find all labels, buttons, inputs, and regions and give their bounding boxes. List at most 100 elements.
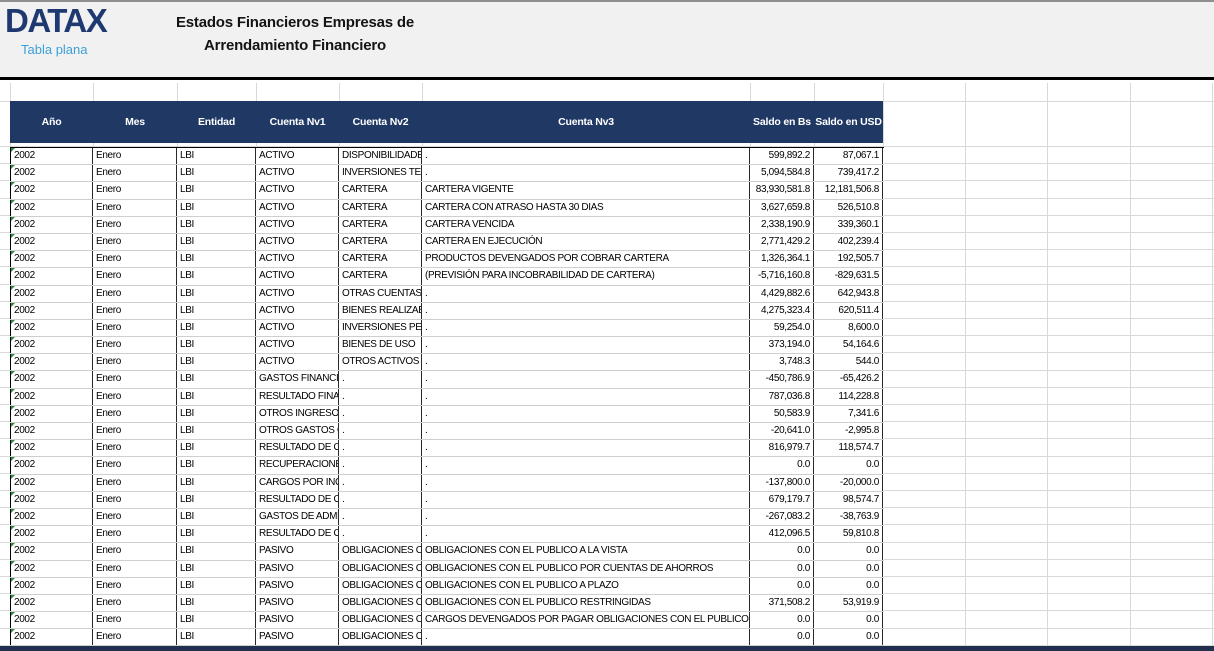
cell-entidad[interactable]: LBI <box>177 561 256 577</box>
cell-cuenta-nv1[interactable]: ACTIVO <box>256 234 339 250</box>
cell-entidad[interactable]: LBI <box>177 595 256 611</box>
cell-entidad[interactable]: LBI <box>177 492 256 508</box>
cell-mes[interactable]: Enero <box>93 492 177 508</box>
cell-ano[interactable]: 2002 <box>10 578 93 594</box>
cell-cuenta-nv2[interactable]: . <box>339 526 422 542</box>
column-header-ano[interactable]: Año <box>10 116 93 128</box>
cell-cuenta-nv1[interactable]: PASIVO <box>256 578 339 594</box>
cell-ano[interactable]: 2002 <box>10 371 93 387</box>
cell-cuenta-nv1[interactable]: ACTIVO <box>256 165 339 181</box>
cell-mes[interactable]: Enero <box>93 286 177 302</box>
cell-entidad[interactable]: LBI <box>177 217 256 233</box>
cell-mes[interactable]: Enero <box>93 217 177 233</box>
column-header-saldo-usd[interactable]: Saldo en USD <box>814 116 883 128</box>
cell-saldo-usd[interactable]: -829,631.5 <box>814 268 883 284</box>
cell-cuenta-nv1[interactable]: RESULTADO FINANC <box>256 389 339 405</box>
cell-ano[interactable]: 2002 <box>10 337 93 353</box>
cell-cuenta-nv3[interactable]: (PREVISIÓN PARA INCOBRABILIDAD DE CARTER… <box>422 268 750 284</box>
cell-cuenta-nv3[interactable]: . <box>422 629 750 645</box>
cell-entidad[interactable]: LBI <box>177 354 256 370</box>
cell-saldo-bs[interactable]: 0.0 <box>750 578 814 594</box>
cell-saldo-bs[interactable]: -20,641.0 <box>750 423 814 439</box>
cell-saldo-bs[interactable]: 2,771,429.2 <box>750 234 814 250</box>
cell-saldo-bs[interactable]: 0.0 <box>750 457 814 473</box>
cell-saldo-bs[interactable]: 679,179.7 <box>750 492 814 508</box>
cell-ano[interactable]: 2002 <box>10 595 93 611</box>
cell-cuenta-nv2[interactable]: OBLIGACIONES CO <box>339 561 422 577</box>
cell-saldo-bs[interactable]: -267,083.2 <box>750 509 814 525</box>
cell-cuenta-nv2[interactable]: INVERSIONES PERM <box>339 320 422 336</box>
cell-entidad[interactable]: LBI <box>177 526 256 542</box>
cell-entidad[interactable]: LBI <box>177 337 256 353</box>
cell-saldo-bs[interactable]: 787,036.8 <box>750 389 814 405</box>
cell-cuenta-nv3[interactable]: . <box>422 371 750 387</box>
cell-ano[interactable]: 2002 <box>10 182 93 198</box>
cell-saldo-usd[interactable]: -2,995.8 <box>814 423 883 439</box>
cell-cuenta-nv2[interactable]: . <box>339 492 422 508</box>
cell-entidad[interactable]: LBI <box>177 148 256 164</box>
cell-ano[interactable]: 2002 <box>10 509 93 525</box>
cell-saldo-bs[interactable]: 1,326,364.1 <box>750 251 814 267</box>
cell-cuenta-nv3[interactable]: . <box>422 389 750 405</box>
cell-cuenta-nv1[interactable]: ACTIVO <box>256 286 339 302</box>
cell-saldo-bs[interactable]: 373,194.0 <box>750 337 814 353</box>
cell-mes[interactable]: Enero <box>93 423 177 439</box>
cell-cuenta-nv2[interactable]: . <box>339 509 422 525</box>
cell-ano[interactable]: 2002 <box>10 268 93 284</box>
cell-entidad[interactable]: LBI <box>177 234 256 250</box>
cell-saldo-usd[interactable]: -38,763.9 <box>814 509 883 525</box>
cell-mes[interactable]: Enero <box>93 595 177 611</box>
cell-ano[interactable]: 2002 <box>10 286 93 302</box>
cell-mes[interactable]: Enero <box>93 165 177 181</box>
cell-mes[interactable]: Enero <box>93 371 177 387</box>
cell-ano[interactable]: 2002 <box>10 354 93 370</box>
cell-ano[interactable]: 2002 <box>10 423 93 439</box>
cell-cuenta-nv3[interactable]: . <box>422 509 750 525</box>
cell-saldo-bs[interactable]: 412,096.5 <box>750 526 814 542</box>
cell-cuenta-nv1[interactable]: ACTIVO <box>256 182 339 198</box>
cell-mes[interactable]: Enero <box>93 303 177 319</box>
cell-cuenta-nv2[interactable]: CARTERA <box>339 251 422 267</box>
cell-cuenta-nv2[interactable]: OBLIGACIONES CO <box>339 595 422 611</box>
cell-saldo-usd[interactable]: 192,505.7 <box>814 251 883 267</box>
cell-ano[interactable]: 2002 <box>10 165 93 181</box>
cell-cuenta-nv3[interactable]: . <box>422 337 750 353</box>
cell-cuenta-nv3[interactable]: CARTERA CON ATRASO HASTA 30 DIAS <box>422 200 750 216</box>
cell-mes[interactable]: Enero <box>93 200 177 216</box>
cell-cuenta-nv3[interactable]: OBLIGACIONES CON EL PUBLICO A PLAZO <box>422 578 750 594</box>
cell-cuenta-nv2[interactable]: . <box>339 440 422 456</box>
cell-cuenta-nv1[interactable]: ACTIVO <box>256 320 339 336</box>
cell-cuenta-nv1[interactable]: ACTIVO <box>256 251 339 267</box>
cell-entidad[interactable]: LBI <box>177 251 256 267</box>
cell-cuenta-nv2[interactable]: BIENES DE USO <box>339 337 422 353</box>
cell-mes[interactable]: Enero <box>93 406 177 422</box>
cell-saldo-usd[interactable]: 8,600.0 <box>814 320 883 336</box>
cell-cuenta-nv1[interactable]: PASIVO <box>256 595 339 611</box>
cell-saldo-bs[interactable]: 4,275,323.4 <box>750 303 814 319</box>
cell-ano[interactable]: 2002 <box>10 148 93 164</box>
cell-saldo-bs[interactable]: 0.0 <box>750 543 814 559</box>
cell-saldo-usd[interactable]: 118,574.7 <box>814 440 883 456</box>
cell-ano[interactable]: 2002 <box>10 200 93 216</box>
cell-ano[interactable]: 2002 <box>10 492 93 508</box>
cell-mes[interactable]: Enero <box>93 457 177 473</box>
cell-cuenta-nv3[interactable]: . <box>422 286 750 302</box>
cell-cuenta-nv2[interactable]: . <box>339 389 422 405</box>
cell-mes[interactable]: Enero <box>93 543 177 559</box>
cell-cuenta-nv3[interactable]: . <box>422 165 750 181</box>
cell-entidad[interactable]: LBI <box>177 423 256 439</box>
cell-saldo-bs[interactable]: -137,800.0 <box>750 475 814 491</box>
cell-entidad[interactable]: LBI <box>177 320 256 336</box>
cell-saldo-bs[interactable]: 4,429,882.6 <box>750 286 814 302</box>
cell-cuenta-nv1[interactable]: OTROS INGRESOS O <box>256 406 339 422</box>
cell-saldo-usd[interactable]: 59,810.8 <box>814 526 883 542</box>
cell-ano[interactable]: 2002 <box>10 457 93 473</box>
cell-cuenta-nv2[interactable]: OTROS ACTIVOS <box>339 354 422 370</box>
cell-saldo-usd[interactable]: 0.0 <box>814 612 883 628</box>
cell-cuenta-nv3[interactable]: CARTERA VENCIDA <box>422 217 750 233</box>
cell-cuenta-nv1[interactable]: ACTIVO <box>256 268 339 284</box>
cell-saldo-bs[interactable]: 2,338,190.9 <box>750 217 814 233</box>
cell-ano[interactable]: 2002 <box>10 561 93 577</box>
cell-saldo-bs[interactable]: 3,627,659.8 <box>750 200 814 216</box>
cell-mes[interactable]: Enero <box>93 475 177 491</box>
